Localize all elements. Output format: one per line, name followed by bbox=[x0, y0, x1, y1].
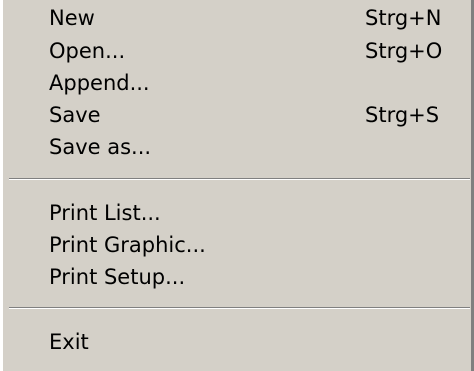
menu-item-label: Append... bbox=[49, 71, 150, 95]
menu-item-print-list[interactable]: Print List... bbox=[3, 197, 471, 229]
menu-item-print-graphic[interactable]: Print Graphic... bbox=[3, 229, 471, 261]
menu-item-label: Exit bbox=[49, 330, 89, 354]
menu-item-save[interactable]: Save Strg+S bbox=[3, 99, 471, 131]
menu-item-shortcut: Strg+O bbox=[365, 39, 443, 63]
menu-item-open[interactable]: Open... Strg+O bbox=[3, 35, 471, 67]
menu-item-label: Save bbox=[49, 103, 101, 127]
menu-item-exit[interactable]: Exit bbox=[3, 326, 471, 358]
file-menu: New Strg+N Open... Strg+O Append... Save… bbox=[0, 0, 474, 371]
menu-item-label: New bbox=[49, 6, 95, 30]
menu-item-save-as[interactable]: Save as... bbox=[3, 131, 471, 163]
menu-item-shortcut: Strg+N bbox=[365, 6, 442, 30]
menu-separator bbox=[9, 178, 470, 180]
menu-item-label: Print Setup... bbox=[49, 265, 186, 289]
menu-item-label: Print Graphic... bbox=[49, 233, 206, 257]
menu-item-append[interactable]: Append... bbox=[3, 67, 471, 99]
menu-item-print-setup[interactable]: Print Setup... bbox=[3, 261, 471, 293]
menu-item-label: Save as... bbox=[49, 135, 152, 159]
menu-item-new[interactable]: New Strg+N bbox=[3, 2, 471, 34]
menu-item-shortcut: Strg+S bbox=[365, 103, 440, 127]
menu-separator bbox=[9, 307, 470, 309]
menu-item-label: Print List... bbox=[49, 201, 161, 225]
menu-item-label: Open... bbox=[49, 39, 126, 63]
